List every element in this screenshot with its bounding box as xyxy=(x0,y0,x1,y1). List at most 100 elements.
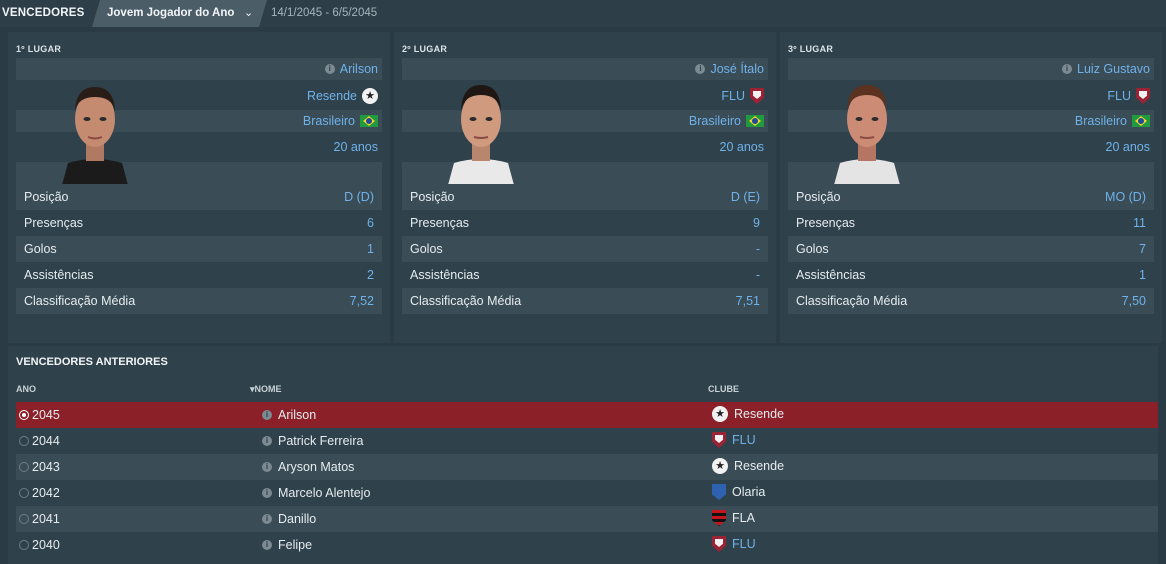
age: 20 anos xyxy=(333,140,378,154)
nationality[interactable]: Brasileiro xyxy=(303,114,355,128)
stat-label: Assistências xyxy=(24,268,94,282)
row-player-name[interactable]: Danillo xyxy=(278,512,316,526)
stat-value: - xyxy=(755,268,760,282)
brazil-flag-icon xyxy=(1132,115,1150,127)
stat-row: Posição D (D) xyxy=(16,184,382,210)
info-icon[interactable]: i xyxy=(262,514,272,524)
stat-label: Presenças xyxy=(796,216,856,230)
player-face-image xyxy=(62,87,128,185)
row-club-name[interactable]: Olaria xyxy=(732,485,765,499)
row-year: 2041 xyxy=(32,512,60,526)
row-club-name[interactable]: Resende xyxy=(734,407,784,421)
section-title: VENCEDORES xyxy=(2,7,85,19)
row-radio[interactable] xyxy=(19,462,29,472)
table-row[interactable]: 2044 i Patrick Ferreira FLU xyxy=(16,428,1158,454)
row-club-name[interactable]: Resende xyxy=(734,459,784,473)
row-player-name[interactable]: Aryson Matos xyxy=(278,460,354,474)
row-radio[interactable] xyxy=(19,436,29,446)
row-club[interactable]: Olaria xyxy=(712,484,765,500)
podium-first: 1º LUGAR i Arilson Resende ★ Brasileiro 20… xyxy=(8,32,390,343)
column-header-name[interactable]: ▾NOME xyxy=(250,384,282,395)
stat-row: Assistências 1 xyxy=(788,262,1154,288)
stat-label: Assistências xyxy=(796,268,866,282)
stat-row: Golos 1 xyxy=(16,236,382,262)
player-name[interactable]: Arilson xyxy=(340,62,378,76)
row-radio[interactable] xyxy=(19,514,29,524)
top-bar: VENCEDORES Jovem Jogador do Ano ⌄ 14/1/2… xyxy=(0,0,1166,27)
row-player-name[interactable]: Felipe xyxy=(278,538,312,552)
stat-value: 7,50 xyxy=(1121,294,1146,308)
row-club-name[interactable]: FLU xyxy=(732,537,756,551)
club-name[interactable]: FLU xyxy=(721,89,745,103)
stat-label: Posição xyxy=(410,190,455,204)
row-radio[interactable] xyxy=(19,410,29,420)
brazil-flag-icon xyxy=(746,115,764,127)
stat-row: Classificação Média 7,52 xyxy=(16,288,382,314)
stat-label: Classificação Média xyxy=(410,294,522,308)
stat-row: Posição D (E) xyxy=(402,184,768,210)
olaria-crest-icon xyxy=(712,484,726,500)
age: 20 anos xyxy=(719,140,764,154)
place-label: 3º LUGAR xyxy=(788,44,834,54)
player-name[interactable]: José Ítalo xyxy=(710,62,764,76)
place-label: 1º LUGAR xyxy=(16,44,62,54)
row-club[interactable]: ★ Resende xyxy=(712,458,784,474)
stat-value: 2 xyxy=(367,268,374,282)
row-player-name[interactable]: Marcelo Alentejo xyxy=(278,486,370,500)
table-row[interactable]: 2042 i Marcelo Alentejo Olaria xyxy=(16,480,1158,506)
table-row[interactable]: 2040 i Felipe FLU xyxy=(16,532,1158,558)
info-icon: i xyxy=(1062,64,1073,74)
award-selector-label: Jovem Jogador do Ano xyxy=(107,7,235,19)
stat-label: Presenças xyxy=(410,216,470,230)
age: 20 anos xyxy=(1105,140,1150,154)
club-name[interactable]: Resende xyxy=(307,89,357,103)
row-club[interactable]: FLU xyxy=(712,432,756,448)
stat-value: 6 xyxy=(367,216,374,230)
resende-crest-icon: ★ xyxy=(712,406,728,422)
info-icon[interactable]: i xyxy=(262,410,272,420)
player-name[interactable]: Luiz Gustavo xyxy=(1077,62,1150,76)
stat-label: Posição xyxy=(24,190,69,204)
row-player-name[interactable]: Patrick Ferreira xyxy=(278,434,363,448)
table-row[interactable]: 2041 i Danillo FLA xyxy=(16,506,1158,532)
nationality[interactable]: Brasileiro xyxy=(689,114,741,128)
row-radio[interactable] xyxy=(19,488,29,498)
stat-value: D (D) xyxy=(344,190,374,204)
stat-label: Golos xyxy=(796,242,829,256)
stat-value: 11 xyxy=(1133,216,1146,230)
row-player-name[interactable]: Arilson xyxy=(278,408,316,422)
brazil-flag-icon xyxy=(360,115,378,127)
info-icon[interactable]: i xyxy=(262,540,272,550)
stats-table: Posição D (E) Presenças 9 Golos - Assistênc… xyxy=(402,184,768,314)
stat-row: Assistências - xyxy=(402,262,768,288)
info-icon[interactable]: i xyxy=(262,462,272,472)
row-year: 2045 xyxy=(32,408,60,422)
previous-winners-panel: VENCEDORES ANTERIORES ANO ▾NOME CLUBE 20… xyxy=(8,346,1158,564)
row-club-name[interactable]: FLA xyxy=(732,511,755,525)
fluminense-crest-icon xyxy=(712,536,726,552)
stat-row: Golos 7 xyxy=(788,236,1154,262)
column-header-club[interactable]: CLUBE xyxy=(708,384,739,394)
chevron-down-icon: ⌄ xyxy=(244,7,254,19)
row-radio[interactable] xyxy=(19,540,29,550)
info-icon[interactable]: i xyxy=(262,436,272,446)
row-club[interactable]: FLU xyxy=(712,536,756,552)
info-icon: i xyxy=(695,64,706,74)
table-row[interactable]: 2043 i Aryson Matos ★ Resende xyxy=(16,454,1158,480)
info-icon[interactable]: i xyxy=(262,488,272,498)
column-header-year[interactable]: ANO xyxy=(16,384,36,394)
stat-row: Posição MO (D) xyxy=(788,184,1154,210)
flamengo-crest-icon xyxy=(712,510,726,526)
nationality[interactable]: Brasileiro xyxy=(1075,114,1127,128)
player-face-image xyxy=(448,85,514,185)
row-club[interactable]: ★ Resende xyxy=(712,406,784,422)
stat-row: Assistências 2 xyxy=(16,262,382,288)
table-row[interactable]: 2045 i Arilson ★ Resende xyxy=(16,402,1158,428)
player-face-image xyxy=(834,85,900,185)
award-selector[interactable]: Jovem Jogador do Ano ⌄ xyxy=(92,0,267,27)
club-name[interactable]: FLU xyxy=(1107,89,1131,103)
stat-value: - xyxy=(755,242,760,256)
row-club[interactable]: FLA xyxy=(712,510,755,526)
row-club-name[interactable]: FLU xyxy=(732,433,756,447)
stat-value: D (E) xyxy=(730,190,760,204)
